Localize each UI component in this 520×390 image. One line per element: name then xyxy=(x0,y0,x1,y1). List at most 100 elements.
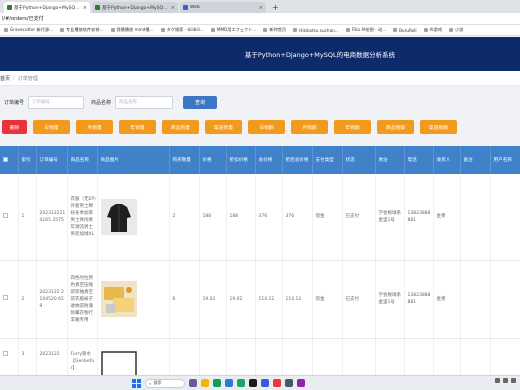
file-explorer-icon[interactable] xyxy=(201,379,209,387)
product-name-input[interactable] xyxy=(115,95,174,109)
column-header: 订单编号 xyxy=(36,146,68,174)
app-icon[interactable] xyxy=(261,379,269,387)
wifi-icon[interactable] xyxy=(495,378,500,383)
discount-total-cell: 114.12 xyxy=(282,260,313,339)
bookmark-icon xyxy=(160,28,165,32)
table-row[interactable]: 1 2023122214165 3575 衣服（无EP）外套男士棉袄冬季加厚男士… xyxy=(0,174,520,261)
daily-revenue-button[interactable]: 日销额 xyxy=(248,120,285,134)
discount-price-cell: 188 xyxy=(226,174,256,261)
bookmark-item[interactable]: Gravecutter 新代源... xyxy=(4,27,53,33)
bookmark-icon xyxy=(423,28,428,32)
bookmark-item[interactable]: 小游 xyxy=(449,27,463,33)
battery-icon[interactable] xyxy=(511,378,516,383)
daily-sales-button[interactable]: 日销量 xyxy=(33,120,70,134)
bookmark-icon xyxy=(4,28,8,32)
row-checkbox[interactable] xyxy=(3,212,8,218)
app-icon[interactable] xyxy=(297,379,305,387)
bookmark-item[interactable]: Hikikatsu suchan... xyxy=(293,28,339,33)
bookmark-item[interactable]: MMD用エフェクト... xyxy=(210,27,256,33)
receiver-cell xyxy=(433,338,461,375)
monthly-sales-button[interactable]: 月销量 xyxy=(76,120,113,134)
price-cell xyxy=(199,338,227,375)
discount-total-cell: 376 xyxy=(282,174,313,261)
yearly-sales-button[interactable]: 年销量 xyxy=(119,120,156,134)
yearly-revenue-button[interactable]: 年销额 xyxy=(334,120,371,134)
new-tab-button[interactable]: + xyxy=(268,2,283,13)
order-no-input[interactable] xyxy=(28,95,85,109)
column-header: 折扣价格 xyxy=(226,146,256,174)
delete-button[interactable]: 删除 xyxy=(2,120,27,134)
query-button[interactable]: 查询 xyxy=(183,95,218,109)
pay-type-cell xyxy=(312,338,343,375)
table-row[interactable]: 2 2023122 2104520 659 四色时拉原色真空压缩袋装抽真空袋衣服… xyxy=(0,260,520,339)
index-cell: 1 xyxy=(18,174,37,261)
product-revenue-button[interactable]: 商品销额 xyxy=(377,120,414,134)
breadcrumb-home[interactable]: 首页 xyxy=(0,75,10,82)
app-icon[interactable] xyxy=(273,379,281,387)
app-icon[interactable] xyxy=(285,379,293,387)
bookmark-item[interactable]: 专业播放软件安装... xyxy=(60,27,104,33)
bookmark-item[interactable]: 我最播放 mmd播... xyxy=(110,27,154,33)
close-icon[interactable]: × xyxy=(83,5,87,11)
product-sales-button[interactable]: 商品销量 xyxy=(162,120,199,134)
discount-total-cell xyxy=(282,338,313,375)
bookmark-icon xyxy=(393,28,398,32)
monthly-revenue-button[interactable]: 月销额 xyxy=(291,120,328,134)
taskbar-search[interactable]: ⌕ 搜索 xyxy=(145,378,185,388)
taskbar-search-label: 搜索 xyxy=(153,380,162,385)
pay-type-cell: 现金 xyxy=(312,174,343,261)
channel-sales-button[interactable]: 渠道销量 xyxy=(205,120,242,134)
taskview-icon[interactable] xyxy=(189,379,197,387)
product-name-cell: 衣服（无EP）外套男士棉袄冬季加厚男士休闲青年潮流男士男装加绒XL xyxy=(67,174,98,261)
remark-cell xyxy=(460,174,491,261)
bookmark-item[interactable]: AI游戏 xyxy=(423,27,442,33)
bookmark-item[interactable]: BoruRoll xyxy=(393,28,417,33)
start-icon[interactable] xyxy=(132,378,141,388)
bookmark-item[interactable]: Filia AI绘图 - 动... xyxy=(345,27,386,33)
status-cell: 已支付 xyxy=(342,260,376,339)
bookmark-icon xyxy=(210,28,215,32)
bookmark-item[interactable]: タグ検索 - bilibili... xyxy=(160,27,204,33)
terminal-icon[interactable] xyxy=(249,379,257,387)
row-select-cell[interactable] xyxy=(0,338,19,375)
column-header: 商品图片 xyxy=(97,146,170,174)
remark-cell xyxy=(460,338,491,375)
column-header: 收货人 xyxy=(433,146,461,174)
select-all-header[interactable] xyxy=(0,146,19,174)
breadcrumb: 首页 / 订单管理 xyxy=(0,71,520,86)
orders-table: 索引 订单编号 商品名称 商品图片 购买数量 价格 折扣价格 总价格 折后总价格… xyxy=(0,146,520,375)
site-favicon-icon xyxy=(7,5,12,10)
search-icon: ⌕ xyxy=(149,380,152,386)
browser-tab-2[interactable]: 基于Python+Django+MySQL... × xyxy=(92,2,178,13)
address-cell: 学会根球系金里1号 xyxy=(375,260,405,339)
order-no-cell: 2023122 xyxy=(36,338,68,375)
column-header: 用户名称 xyxy=(490,146,520,174)
browser-tab-1[interactable]: 基于Python+Django+MySQL的电商... × xyxy=(4,2,90,13)
close-icon[interactable]: × xyxy=(259,5,263,11)
close-icon[interactable]: × xyxy=(171,5,175,11)
row-select-cell[interactable] xyxy=(0,260,19,339)
tab-label: Web xyxy=(190,5,200,10)
order-no-cell: 2023122214165 3575 xyxy=(36,174,68,261)
product-name-label: 商品名称 xyxy=(91,99,112,106)
app-header: 基于Python+Django+MySQL的电商数据分析系统 xyxy=(0,37,520,71)
chrome-icon[interactable] xyxy=(213,379,221,387)
select-all-checkbox[interactable] xyxy=(3,156,8,162)
channel-revenue-button[interactable]: 渠道销额 xyxy=(420,120,457,134)
site-favicon-icon xyxy=(95,5,100,10)
table-row[interactable]: 3 2023122 Furry兽水【Genbefur】 xyxy=(0,338,520,375)
bookmark-icon xyxy=(263,28,268,32)
bookmark-item[interactable]: 新特首页 xyxy=(263,27,286,33)
address-bar[interactable]: l/#/orders/已支付 xyxy=(0,13,520,25)
phone-cell: 13823888881 xyxy=(404,174,434,261)
row-checkbox[interactable] xyxy=(3,295,8,300)
column-header: 索引 xyxy=(18,146,37,174)
total-price-cell: 376 xyxy=(255,174,283,261)
row-checkbox[interactable] xyxy=(3,350,8,356)
browser-tab-3[interactable]: Web × xyxy=(180,2,266,13)
volume-icon[interactable] xyxy=(503,378,508,383)
pycharm-icon[interactable] xyxy=(237,379,245,387)
row-select-cell[interactable] xyxy=(0,174,19,261)
vscode-icon[interactable] xyxy=(225,379,233,387)
address-cell xyxy=(375,338,405,375)
